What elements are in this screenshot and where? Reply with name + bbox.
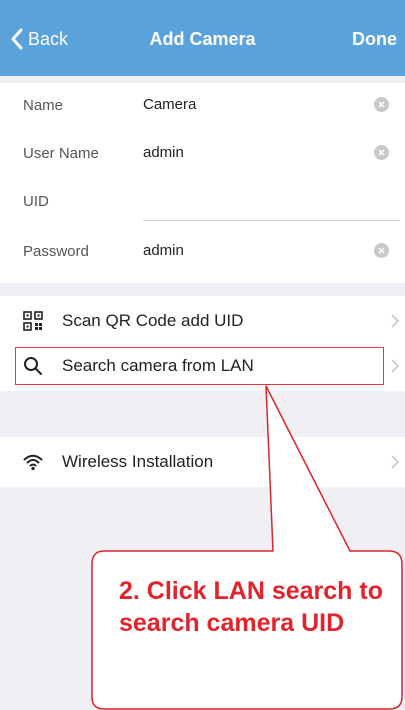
chevron-right-icon [391,455,399,469]
uid-input-underline [143,220,400,221]
password-input[interactable]: admin [143,241,353,261]
clear-icon [378,247,385,254]
back-button[interactable]: Back [10,23,68,55]
search-icon [22,355,44,377]
done-button[interactable]: Done [352,23,397,55]
qr-code-icon [22,310,44,332]
scan-qr-row[interactable]: Scan QR Code add UID [0,296,405,346]
clear-icon [378,149,385,156]
name-field-row: Name Camera [0,83,405,131]
uid-label: UID [23,193,49,210]
wireless-installation-label: Wireless Installation [62,452,214,471]
uid-field-row: UID [0,179,405,227]
password-label: Password [23,243,89,260]
username-input[interactable]: admin [143,143,353,163]
username-field-row: User Name admin [0,131,405,179]
clear-password-button[interactable] [374,243,389,258]
navigation-bar: Back Add Camera Done [0,0,405,76]
chevron-right-icon [391,314,399,328]
search-lan-row[interactable]: Search camera from LAN [0,341,405,391]
back-label: Back [28,28,69,49]
clear-name-button[interactable] [374,97,389,112]
callout-text: 2. Click LAN search to search camera UID [119,577,383,637]
wireless-installation-row[interactable]: Wireless Installation [0,437,405,487]
scan-qr-label: Scan QR Code add UID [62,311,244,330]
clear-icon [378,101,385,108]
search-lan-label: Search camera from LAN [62,356,254,375]
camera-form: Name Camera User Name admin UID Password… [0,83,405,283]
name-label: Name [23,97,64,114]
wifi-icon [22,451,44,473]
password-field-row: Password admin [0,229,405,277]
clear-username-button[interactable] [374,145,389,160]
chevron-right-icon [391,359,399,373]
chevron-left-icon [11,28,23,50]
username-label: User Name [23,145,99,162]
name-input[interactable]: Camera [143,95,353,115]
